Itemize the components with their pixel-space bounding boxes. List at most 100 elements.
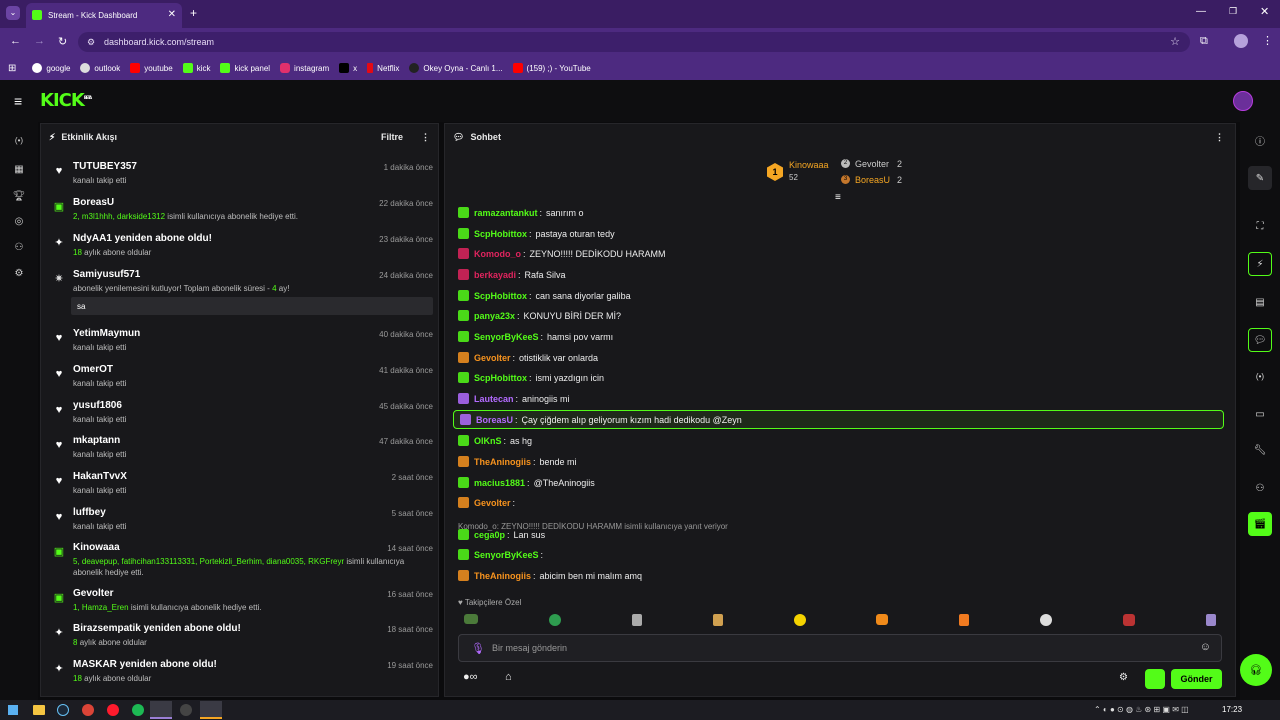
chat-message[interactable]: SenyorByKeeS: hamsi pov varmı bbox=[458, 331, 613, 342]
restore-icon[interactable]: ❐ bbox=[1229, 6, 1237, 17]
activity-event[interactable]: ♥ yusuf1806 45 dakika önce kanalı takip ett… bbox=[49, 400, 433, 434]
steam-icon[interactable] bbox=[57, 704, 69, 716]
chat-username[interactable]: TheAninogiis bbox=[474, 457, 531, 467]
more-options-icon[interactable]: ⋮ bbox=[421, 132, 430, 143]
event-title[interactable]: Gevolter bbox=[73, 588, 114, 599]
chat-username[interactable]: OlKnS bbox=[474, 436, 502, 446]
activity-event[interactable]: ♥ OmerOT 41 dakika önce kanalı takip etti bbox=[49, 364, 433, 398]
screen-capture-icon[interactable]: ⛶ bbox=[1248, 214, 1272, 238]
chat-username[interactable]: SenyorByKeeS bbox=[474, 550, 539, 560]
chat-username[interactable]: TheAninogiis bbox=[474, 571, 531, 581]
settings-icon[interactable]: ⚙ bbox=[12, 268, 26, 282]
edit-icon[interactable]: ✎ bbox=[1248, 166, 1272, 190]
activity-toggle-icon[interactable]: ⚡︎ bbox=[1248, 252, 1272, 276]
activity-event[interactable]: ▣ Gevolter 16 saat önce 1, Hamza_Eren isiml… bbox=[49, 588, 433, 622]
tab-menu-icon[interactable]: ⌄ bbox=[6, 6, 20, 20]
bookmark-instagram[interactable]: instagram bbox=[280, 63, 329, 73]
folder-icon[interactable] bbox=[33, 705, 45, 715]
kick-bot-icon[interactable] bbox=[1145, 669, 1165, 689]
activity-event[interactable]: ♥ HakanTvvX 2 saat önce kanalı takip etti bbox=[49, 471, 433, 505]
site-info-icon[interactable]: ⚙ bbox=[87, 37, 95, 48]
activity-event[interactable]: ♥ mkaptann 47 dakika önce kanalı takip etti bbox=[49, 435, 433, 469]
store-icon[interactable]: ⌂ bbox=[505, 671, 512, 683]
activity-event[interactable]: ♥ YetimMaymun 40 dakika önce kanalı takip e… bbox=[49, 328, 433, 362]
layout-icon[interactable]: ▭ bbox=[1248, 402, 1272, 426]
forward-icon[interactable]: → bbox=[34, 35, 45, 47]
kick-logo[interactable]: KICKBETA bbox=[40, 90, 92, 111]
microphone-icon[interactable]: 🎙︎ bbox=[471, 642, 485, 655]
activity-event[interactable]: ✷ Samiyusuf571 24 dakika önce abonelik yeni… bbox=[49, 269, 433, 319]
chat-username[interactable]: cega0p bbox=[474, 530, 505, 540]
community-icon[interactable]: ⚇ bbox=[12, 242, 26, 256]
extensions-icon[interactable]: ⧉ bbox=[1200, 35, 1208, 48]
activity-event[interactable]: ✦ MASKAR yeniden abone oldu! 19 saat önce 1… bbox=[49, 659, 433, 693]
chat-toggle-icon[interactable]: 💬︎ bbox=[1248, 328, 1272, 352]
event-title[interactable]: luffbey bbox=[73, 507, 106, 518]
chat-username[interactable]: macius1881 bbox=[474, 478, 525, 488]
filter-button[interactable]: Filtre bbox=[381, 132, 403, 142]
bookmark-x[interactable]: x bbox=[339, 63, 357, 73]
activity-event[interactable]: ▣ BoreasU 22 dakika önce 2, m3l1hhh, darksi… bbox=[49, 197, 433, 231]
emote-icon[interactable] bbox=[631, 614, 642, 626]
chat-message[interactable]: berkayadi: Rafa Silva bbox=[458, 269, 566, 280]
activity-event[interactable]: ♥ TUTUBEY357 1 dakika önce kanalı takip ett… bbox=[49, 161, 433, 195]
support-chat-icon[interactable]: 🎧︎ bbox=[1240, 654, 1272, 686]
bookmark-google[interactable]: google bbox=[32, 63, 70, 73]
emote-icon[interactable] bbox=[793, 614, 806, 626]
spotify-icon[interactable] bbox=[132, 704, 144, 716]
profile-icon[interactable] bbox=[1234, 34, 1248, 48]
minimize-icon[interactable]: — bbox=[1196, 6, 1206, 17]
chat-message[interactable]: Komodo_o: ZEYNO!!!!! DEDİKODU HARAMM bbox=[458, 248, 666, 259]
chat-message[interactable]: ramazantankut: sanırım o bbox=[458, 207, 584, 218]
emote-icon[interactable] bbox=[1205, 614, 1216, 626]
emote-icon[interactable] bbox=[959, 614, 970, 626]
reload-icon[interactable]: ↻ bbox=[58, 35, 67, 48]
address-bar[interactable]: ⚙ dashboard.kick.com/stream ☆ bbox=[78, 32, 1190, 52]
chat-message[interactable]: Lautecan: aninogiis mi bbox=[458, 393, 570, 404]
chat-message[interactable]: OlKnS: as hg bbox=[458, 435, 532, 446]
broadcast-icon[interactable]: (•) bbox=[12, 136, 26, 150]
event-title[interactable]: MASKAR yeniden abone oldu! bbox=[73, 659, 217, 670]
user-avatar[interactable] bbox=[1233, 91, 1253, 111]
activity-event[interactable]: ▣ Kinowaaa 14 saat önce 5, deavepup, fatihc… bbox=[49, 542, 433, 577]
close-tab-icon[interactable]: ✕ bbox=[168, 9, 176, 20]
chat-username[interactable]: Gevolter bbox=[474, 498, 511, 508]
community-points-icon[interactable]: ●∞ bbox=[463, 671, 478, 683]
chat-username[interactable]: ScpHobittox bbox=[474, 373, 527, 383]
start-icon[interactable] bbox=[8, 705, 18, 715]
clock[interactable]: 17:23 bbox=[1222, 705, 1242, 714]
notes-icon[interactable]: ▤ bbox=[1248, 290, 1272, 314]
browser-menu-icon[interactable]: ⋮ bbox=[1262, 34, 1273, 47]
pinned-toggle-icon[interactable]: ≡ bbox=[835, 192, 841, 203]
send-button[interactable]: Gönder bbox=[1171, 669, 1222, 689]
dashboard-icon[interactable]: ▦ bbox=[12, 164, 26, 178]
info-icon[interactable]: ⓘ bbox=[1248, 128, 1272, 152]
event-title[interactable]: yusuf1806 bbox=[73, 400, 122, 411]
trophy-icon[interactable]: 🏆︎ bbox=[12, 191, 26, 205]
chat-username[interactable]: SenyorByKeeS bbox=[474, 332, 539, 342]
emote-icon[interactable] bbox=[1123, 614, 1135, 626]
event-title[interactable]: Kinowaaa bbox=[73, 542, 120, 553]
emoji-picker-icon[interactable]: ☺ bbox=[1200, 641, 1211, 653]
event-title[interactable]: TUTUBEY357 bbox=[73, 161, 137, 172]
chat-message[interactable]: ScpHobittox: ismi yazdıgın icin bbox=[458, 372, 604, 383]
bookmark-outlook[interactable]: outlook bbox=[80, 63, 120, 73]
event-title[interactable]: Birazsempatik yeniden abone oldu! bbox=[73, 623, 241, 634]
wrench-icon[interactable]: 🔧︎ bbox=[1248, 438, 1272, 462]
event-title[interactable]: Samiyusuf571 bbox=[73, 269, 140, 280]
chat-message[interactable]: ScpHobittox: can sana diyorlar galiba bbox=[458, 290, 631, 301]
bookmark-netflix[interactable]: Netflix bbox=[367, 63, 399, 73]
chat-username[interactable]: panya23x bbox=[474, 311, 515, 321]
new-tab-icon[interactable]: + bbox=[190, 6, 197, 20]
chat-username[interactable]: ScpHobittox bbox=[474, 229, 527, 239]
event-title[interactable]: BoreasU bbox=[73, 197, 114, 208]
leader-name-1[interactable]: Kinowaaa bbox=[789, 160, 829, 170]
activity-event[interactable]: ✦ Birazsempatik yeniden abone oldu! 18 saa… bbox=[49, 623, 433, 657]
chat-username[interactable]: ScpHobittox bbox=[474, 291, 527, 301]
chat-message[interactable]: panya23x: KONUYU BİRİ DER Mİ? bbox=[458, 310, 621, 321]
event-title[interactable]: OmerOT bbox=[73, 364, 113, 375]
chat-settings-icon[interactable]: ⚙ bbox=[1119, 672, 1128, 683]
chrome-icon[interactable] bbox=[82, 704, 94, 716]
event-title[interactable]: YetimMaymun bbox=[73, 328, 140, 339]
chat-username[interactable]: Lautecan bbox=[474, 394, 514, 404]
